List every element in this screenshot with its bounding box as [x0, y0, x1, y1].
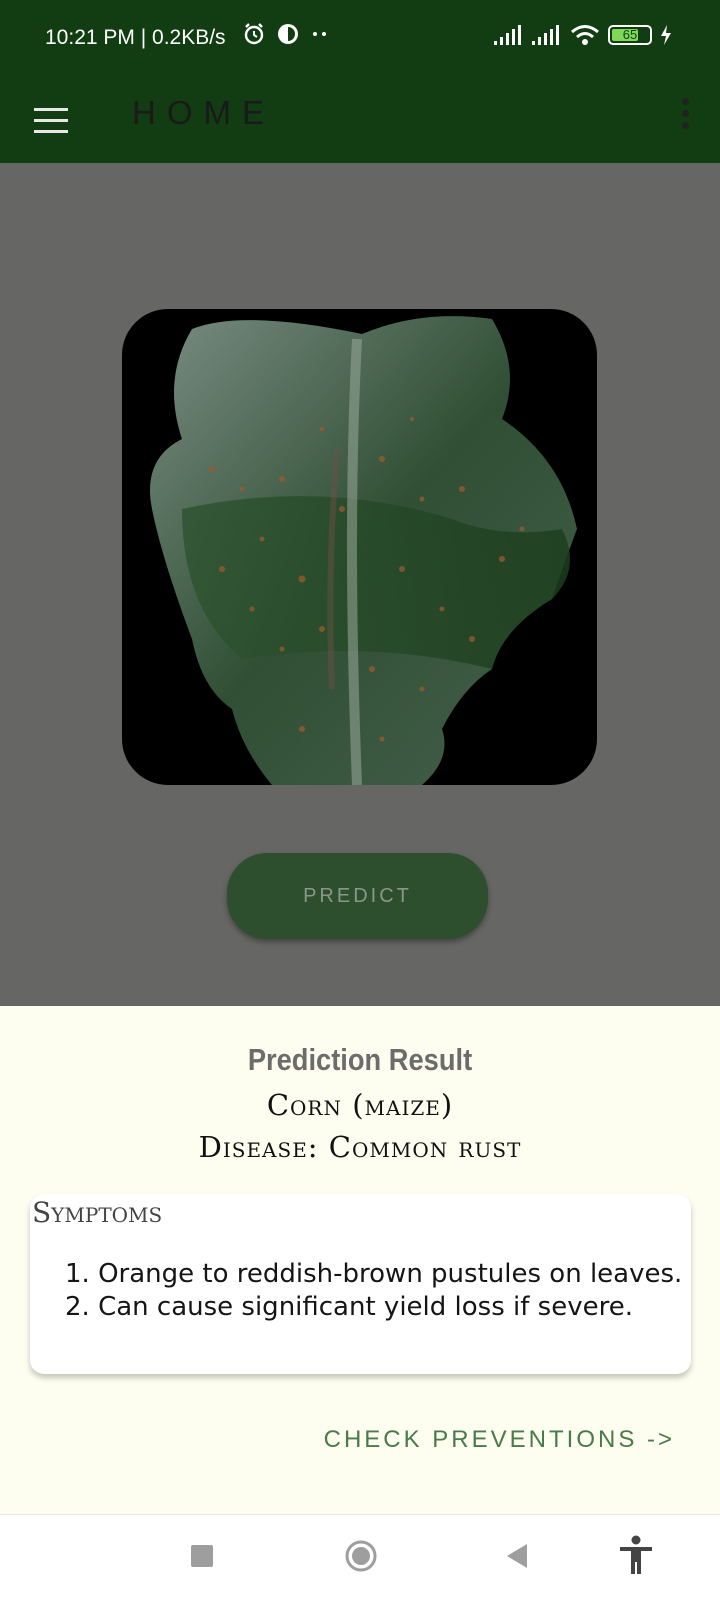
symptom-item: 1. Orange to reddish-brown pustules on l…	[65, 1259, 683, 1289]
app-bar: HOME	[0, 80, 720, 163]
status-bar: 10:21 PM | 0.2KB/s 65	[0, 0, 720, 80]
wifi-icon	[571, 25, 599, 45]
predict-button[interactable]: PREDICT	[227, 853, 488, 939]
back-icon[interactable]	[505, 1543, 529, 1569]
more-vert-icon[interactable]	[680, 98, 690, 134]
recents-icon[interactable]	[191, 1545, 213, 1567]
crop-name: Corn (maize)	[266, 1088, 454, 1122]
status-left-icons	[242, 22, 330, 46]
leaf-image[interactable]	[122, 309, 597, 785]
page-title: HOME	[132, 94, 275, 131]
home-icon[interactable]	[344, 1539, 378, 1573]
status-time: 10:21 PM | 0.2KB/s	[45, 26, 226, 49]
symptoms-card: Symptoms 1. Orange to reddish-brown pust…	[30, 1194, 691, 1374]
hamburger-icon[interactable]	[34, 108, 68, 134]
prediction-result-title: Prediction Result	[247, 1042, 473, 1077]
signal-icon	[494, 25, 521, 45]
status-right-icons: 65	[494, 24, 672, 46]
symptom-item: 2. Can cause significant yield loss if s…	[65, 1292, 633, 1322]
disease-name: Disease: Common rust	[198, 1130, 522, 1164]
accessibility-icon[interactable]	[618, 1535, 654, 1575]
signal-icon	[532, 25, 559, 45]
prediction-sheet: Prediction Result Corn (maize) Disease: …	[0, 1006, 720, 1514]
alarm-icon	[244, 23, 264, 45]
battery-icon: 65	[608, 25, 652, 45]
scrim-overlay[interactable]: PREDICT	[0, 163, 720, 1006]
battery-level: 65	[622, 27, 638, 42]
nav-bar	[0, 1514, 720, 1601]
check-preventions-button[interactable]: CHECK PREVENTIONS ->	[324, 1426, 675, 1454]
symptoms-list: 1. Orange to reddish-brown pustules on l…	[65, 1258, 685, 1324]
dots-icon	[313, 32, 326, 36]
symptoms-heading: Symptoms	[32, 1196, 163, 1229]
charging-icon	[661, 25, 671, 45]
data-saver-icon	[278, 24, 298, 44]
